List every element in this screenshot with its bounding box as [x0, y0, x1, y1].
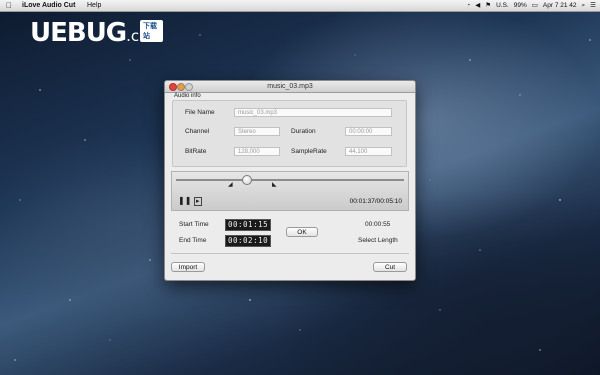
start-marker-icon[interactable]: ◢: [228, 182, 233, 188]
audio-info-group: File Name music_03.mp3 Channel Stereo Du…: [172, 100, 407, 167]
playback-time: 00:01:37/00:05:10: [349, 198, 402, 205]
ok-button[interactable]: OK: [286, 227, 318, 237]
end-time-stepper[interactable]: 00:02:10: [225, 235, 272, 247]
watermark-logo: UEBUG.com 下载站: [30, 18, 163, 48]
pause-icon[interactable]: ❚❚: [178, 197, 191, 205]
volume-icon[interactable]: ◀: [475, 0, 480, 11]
start-time-label: Start Time: [179, 221, 209, 228]
spotlight-search-icon[interactable]: ⌕: [582, 0, 586, 11]
audio-info-label: Audio info: [174, 93, 201, 99]
cut-button[interactable]: Cut: [373, 262, 407, 272]
bitrate-label: BitRate: [185, 148, 207, 155]
battery-icon[interactable]: ▭: [532, 0, 538, 11]
import-button[interactable]: Import: [171, 262, 205, 272]
player-panel: ◢ ◣ ❚❚ ▸ 00:01:37/00:05:10: [171, 171, 409, 211]
battery-percent[interactable]: 99%: [514, 0, 527, 11]
file-name-field[interactable]: music_03.mp3: [234, 108, 392, 117]
end-marker-icon[interactable]: ◣: [272, 182, 277, 188]
end-time-label: End Time: [179, 237, 207, 244]
seek-track[interactable]: [176, 179, 404, 181]
flag-icon[interactable]: ⚑: [485, 0, 491, 11]
menubar-clock[interactable]: Apr 7 21 42: [543, 0, 577, 11]
window-title: music_03.mp3: [267, 83, 313, 90]
channel-label: Channel: [185, 128, 210, 135]
watermark-badge: 下载站: [140, 20, 163, 42]
menubar:  iLove Audio Cut Help ◔ ◀ ⚑ U.S. 99% ▭ …: [0, 0, 600, 12]
app-window: music_03.mp3 Audio info File Name music_…: [164, 80, 416, 281]
play-selection-icon[interactable]: ▸: [194, 197, 202, 206]
channel-field[interactable]: Stereo: [234, 127, 280, 136]
start-time-stepper[interactable]: 00:01:15: [225, 219, 272, 231]
status-area: ◔ ◀ ⚑ U.S. 99% ▭ Apr 7 21 42 ⌕ ☰: [466, 0, 596, 11]
duration-field[interactable]: 00:00:00: [345, 127, 392, 136]
selection-length-value: 00:00:55: [365, 221, 391, 228]
watermark-brand: UEBUG: [30, 18, 127, 48]
menu-help[interactable]: Help: [87, 0, 101, 11]
apple-menu-icon[interactable]: : [6, 0, 12, 11]
file-name-label: File Name: [185, 109, 215, 116]
footer-divider: [171, 253, 409, 254]
bitrate-field[interactable]: 128,000: [234, 147, 280, 156]
notification-center-icon[interactable]: ☰: [590, 0, 596, 11]
window-titlebar[interactable]: music_03.mp3: [165, 81, 415, 93]
seek-thumb[interactable]: [241, 175, 252, 185]
duration-label: Duration: [291, 128, 316, 135]
samplerate-label: SampleRate: [291, 148, 327, 155]
language-indicator[interactable]: U.S.: [496, 0, 509, 11]
menu-app-name[interactable]: iLove Audio Cut: [22, 0, 75, 11]
select-length-label: Select Length: [358, 237, 398, 244]
wifi-icon[interactable]: ◔: [466, 0, 470, 11]
samplerate-field[interactable]: 44,100: [345, 147, 392, 156]
